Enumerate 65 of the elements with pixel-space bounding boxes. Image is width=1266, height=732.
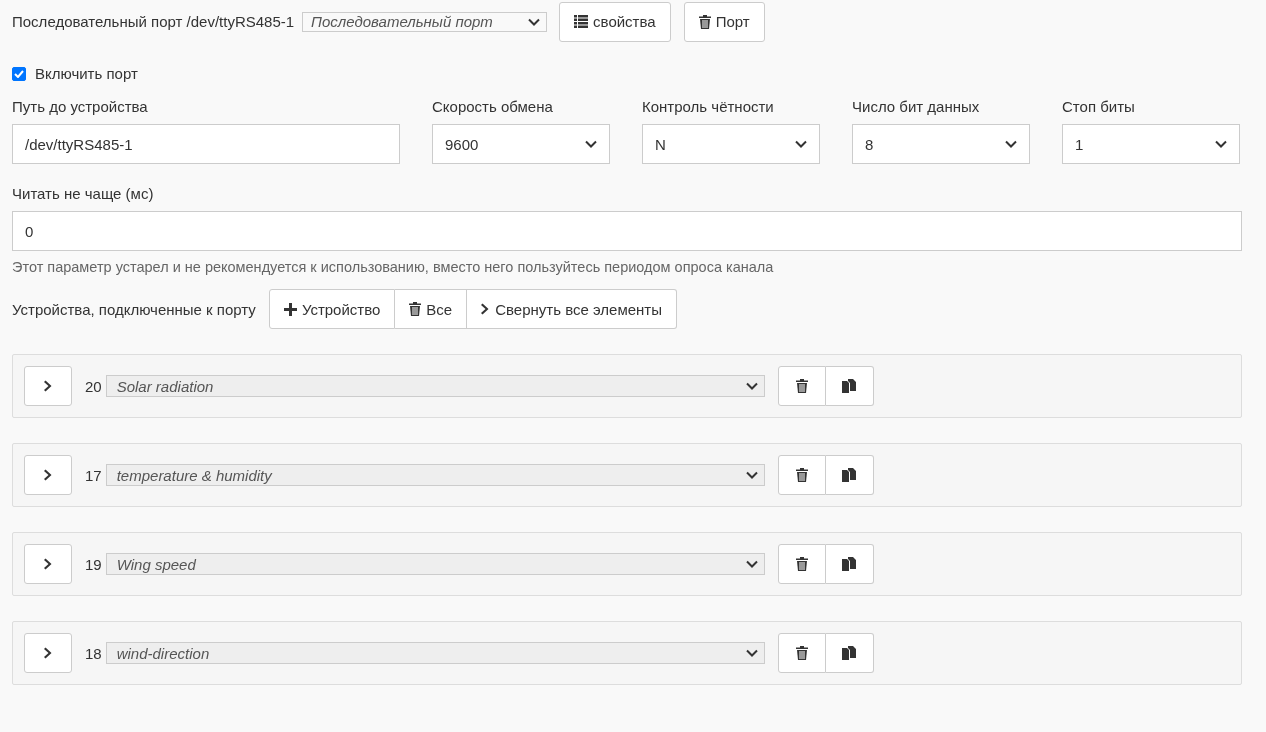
trash-icon [795,557,808,571]
field-label: Читать не чаще (мс) [12,185,155,202]
chevron-right-icon [481,303,491,315]
chevron-down-icon [745,560,758,568]
chevron-down-icon [1215,140,1227,148]
trash-icon [698,14,711,29]
trash-icon [409,302,422,316]
plus-icon [283,302,297,316]
chevron-right-icon [43,647,53,659]
delete-button[interactable] [777,633,826,673]
select-field[interactable]: 9600 [432,124,610,164]
input-field[interactable]: 0 [12,211,1242,251]
device-template-select[interactable]: wind-direction [105,642,765,664]
device-address: 20 [85,377,102,395]
device-address: 19 [85,555,102,573]
port-type-select[interactable]: Последовательный порт [302,11,548,32]
delete-button[interactable] [777,366,826,406]
select-field[interactable]: 8 [852,124,1030,164]
chevron-down-icon [585,140,597,148]
chevron-down-icon [745,471,758,479]
select-field[interactable]: 1 [1062,124,1240,164]
copy-button[interactable] [825,455,874,495]
select-field[interactable]: N [642,124,820,164]
chevron-down-icon [745,382,758,390]
trash-icon [795,468,808,482]
enable-checkbox[interactable] [12,66,26,81]
chevron-down-icon [1005,140,1017,148]
copy-button[interactable] [825,366,874,406]
field-label: Путь до устройства [12,98,149,115]
devices-label: Устройства, подключенные к порту [12,300,256,318]
trash-button[interactable]: Все [395,289,468,329]
chevron-down-icon [745,649,758,657]
copy-button[interactable] [825,633,874,673]
chevron-down-icon [528,17,541,26]
copy-button[interactable] [825,544,874,584]
field-label: Контроль чётности [642,98,775,115]
port-title: Последовательный порт /dev/ttyRS485-1 [12,13,295,30]
plus-button[interactable]: Устройство [268,289,396,329]
chevron-right-icon [43,558,53,570]
input-field[interactable]: /dev/ttyRS485-1 [12,124,400,164]
trash-icon [795,646,808,660]
copy-icon [842,379,857,393]
field-label: Число бит данных [852,98,981,115]
list-icon [574,15,589,28]
delete-button[interactable] [777,455,826,495]
device-template-select[interactable]: temperature & humidity [105,464,765,486]
delete-button[interactable] [777,544,826,584]
chevron-right-icon [43,469,53,481]
field-label: Стоп биты [1062,98,1136,115]
copy-icon [842,468,857,482]
copy-icon [842,557,857,571]
device-template-select[interactable]: Wing speed [105,553,765,575]
chevron-right-icon [43,380,53,392]
device-address: 17 [85,466,102,484]
trash-button[interactable]: Порт [683,1,765,42]
device-address: 18 [85,644,102,662]
help-text: Этот параметр устарел и не рекомендуется к использованию, вместо него пользуйтесь периодом опроса канала [12,259,775,275]
device-template-select[interactable]: Solar radiation [105,375,765,397]
list-button[interactable]: свойства [559,1,671,42]
chevron-down-icon [795,140,807,148]
field-label: Скорость обмена [432,98,554,115]
chevron-button[interactable]: Свернуть все элементы [467,289,677,329]
copy-icon [842,646,857,660]
checkbox-label: Включить порт [35,65,138,82]
trash-icon [795,379,808,393]
